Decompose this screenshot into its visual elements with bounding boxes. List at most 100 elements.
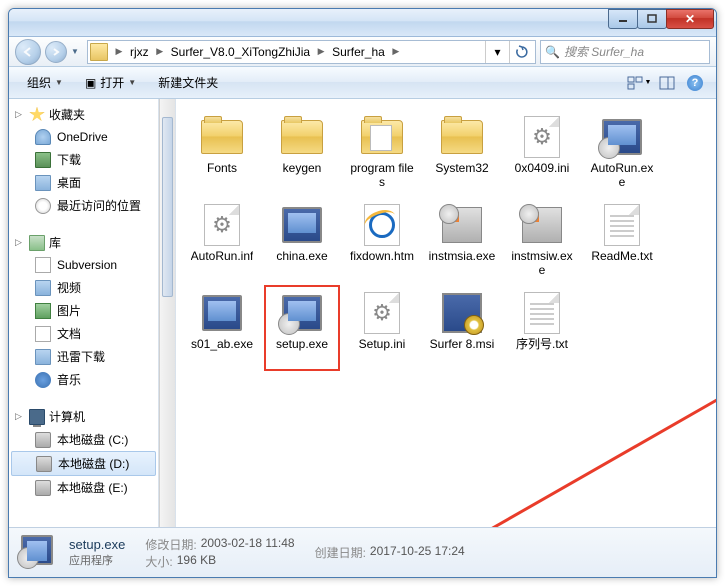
preview-pane-button[interactable]: [654, 71, 680, 95]
sidebar-item-recent[interactable]: 最近访问的位置: [9, 194, 158, 217]
file-icon: [358, 115, 406, 159]
favorites-header[interactable]: ▷收藏夹: [9, 103, 158, 126]
file-icon: [278, 291, 326, 335]
organize-button[interactable]: 组织 ▼: [17, 70, 73, 95]
picture-icon: [35, 303, 51, 319]
libraries-header[interactable]: ▷库: [9, 231, 158, 254]
file-item[interactable]: System32: [424, 109, 500, 195]
sidebar: ▷收藏夹 OneDrive 下载 桌面 最近访问的位置 ▷库 Subversio…: [9, 99, 159, 527]
file-label: instmsia.exe: [429, 249, 496, 263]
sidebar-item-drive-c[interactable]: 本地磁盘 (C:): [9, 428, 158, 451]
file-label: AutoRun.exe: [588, 161, 656, 189]
file-item[interactable]: Fonts: [184, 109, 260, 195]
breadcrumb-seg-0[interactable]: rjxz: [126, 41, 153, 63]
sidebar-item-drive-e[interactable]: 本地磁盘 (E:): [9, 476, 158, 499]
details-filename: setup.exe: [69, 537, 125, 552]
file-label: Setup.ini: [359, 337, 406, 351]
help-icon: ?: [687, 75, 703, 91]
file-label: setup.exe: [276, 337, 328, 351]
sidebar-scrollbar[interactable]: [159, 99, 176, 527]
explorer-window: ✕ ▼ ▶ rjxz ▶ Surfer_V8.0_XiTongZhiJia ▶ …: [8, 8, 717, 578]
file-item[interactable]: AutoRun.inf: [184, 197, 260, 283]
breadcrumb-chevron[interactable]: ▶: [153, 46, 167, 57]
breadcrumb-chevron[interactable]: ▶: [112, 46, 126, 57]
sidebar-item-drive-d[interactable]: 本地磁盘 (D:): [11, 451, 156, 476]
file-item[interactable]: AutoRun.exe: [584, 109, 660, 195]
file-label: System32: [435, 161, 488, 175]
recent-icon: [35, 198, 51, 214]
sidebar-item-subversion[interactable]: Subversion: [9, 254, 158, 276]
file-label: Fonts: [207, 161, 237, 175]
file-item[interactable]: setup.exe: [264, 285, 340, 371]
file-icon: [278, 115, 326, 159]
drive-icon: [36, 456, 52, 472]
search-input[interactable]: 🔍 搜索 Surfer_ha: [540, 40, 710, 64]
breadcrumb-chevron[interactable]: ▶: [314, 46, 328, 57]
back-button[interactable]: [15, 39, 41, 65]
file-item[interactable]: program files: [344, 109, 420, 195]
breadcrumb-seg-1[interactable]: Surfer_V8.0_XiTongZhiJia: [167, 41, 314, 63]
new-folder-button[interactable]: 新建文件夹: [148, 70, 228, 95]
window-controls: ✕: [608, 9, 714, 29]
file-item[interactable]: china.exe: [264, 197, 340, 283]
file-item[interactable]: s01_ab.exe: [184, 285, 260, 371]
details-filetype: 应用程序: [69, 552, 125, 568]
file-item[interactable]: fixdown.htm: [344, 197, 420, 283]
file-icon: [358, 203, 406, 247]
history-dropdown[interactable]: ▼: [71, 47, 83, 56]
file-icon: [278, 203, 326, 247]
pane-icon: [659, 76, 675, 90]
address-bar-row: ▼ ▶ rjxz ▶ Surfer_V8.0_XiTongZhiJia ▶ Su…: [9, 37, 716, 67]
toolbar: 组织 ▼ ▣打开 ▼ 新建文件夹 ▼ ?: [9, 67, 716, 99]
sidebar-item-videos[interactable]: 视频: [9, 276, 158, 299]
breadcrumb[interactable]: ▶ rjxz ▶ Surfer_V8.0_XiTongZhiJia ▶ Surf…: [87, 40, 536, 64]
file-item[interactable]: 0x0409.ini: [504, 109, 580, 195]
computer-icon: [29, 409, 45, 425]
titlebar: ✕: [9, 9, 716, 37]
file-label: AutoRun.inf: [191, 249, 254, 263]
body: ▷收藏夹 OneDrive 下载 桌面 最近访问的位置 ▷库 Subversio…: [9, 99, 716, 527]
help-button[interactable]: ?: [682, 71, 708, 95]
file-label: ReadMe.txt: [591, 249, 652, 263]
video-icon: [35, 280, 51, 296]
svn-icon: [35, 257, 51, 273]
view-options-button[interactable]: ▼: [626, 71, 652, 95]
favorites-section: ▷收藏夹 OneDrive 下载 桌面 最近访问的位置: [9, 103, 158, 217]
file-grid: Fonts keygen program files System32 0x0409.i…: [184, 109, 708, 371]
file-item[interactable]: instmsiw.exe: [504, 197, 580, 283]
scrollbar-thumb[interactable]: [162, 117, 173, 297]
computer-header[interactable]: ▷计算机: [9, 405, 158, 428]
file-item[interactable]: 序列号.txt: [504, 285, 580, 371]
address-dropdown[interactable]: ▾: [485, 41, 509, 63]
file-pane[interactable]: Fonts keygen program files System32 0x0409.i…: [176, 99, 716, 527]
file-item[interactable]: instmsia.exe: [424, 197, 500, 283]
file-label: program files: [348, 161, 416, 189]
maximize-button[interactable]: [637, 9, 667, 29]
breadcrumb-chevron[interactable]: ▶: [389, 46, 403, 57]
arrow-right-icon: [51, 47, 61, 57]
sidebar-item-onedrive[interactable]: OneDrive: [9, 126, 158, 148]
cloud-icon: [35, 129, 51, 145]
sidebar-item-documents[interactable]: 文档: [9, 322, 158, 345]
computer-section: ▷计算机 本地磁盘 (C:) 本地磁盘 (D:) 本地磁盘 (E:): [9, 405, 158, 499]
breadcrumb-seg-2[interactable]: Surfer_ha: [328, 41, 389, 63]
details-icon: [21, 535, 57, 571]
refresh-button[interactable]: [509, 41, 533, 63]
file-icon: [438, 291, 486, 335]
sidebar-item-desktop[interactable]: 桌面: [9, 171, 158, 194]
forward-button[interactable]: [45, 41, 67, 63]
open-button[interactable]: ▣打开 ▼: [75, 70, 146, 95]
sidebar-item-xunlei[interactable]: 迅雷下载: [9, 345, 158, 368]
file-item[interactable]: keygen: [264, 109, 340, 195]
sidebar-item-music[interactable]: 音乐: [9, 368, 158, 391]
file-icon: [198, 203, 246, 247]
file-item[interactable]: Surfer 8.msi: [424, 285, 500, 371]
close-button[interactable]: ✕: [666, 9, 714, 29]
file-item[interactable]: Setup.ini: [344, 285, 420, 371]
file-item[interactable]: ReadMe.txt: [584, 197, 660, 283]
search-placeholder: 搜索 Surfer_ha: [564, 43, 644, 60]
sidebar-item-pictures[interactable]: 图片: [9, 299, 158, 322]
minimize-button[interactable]: [608, 9, 638, 29]
drive-icon: [35, 432, 51, 448]
sidebar-item-downloads[interactable]: 下载: [9, 148, 158, 171]
